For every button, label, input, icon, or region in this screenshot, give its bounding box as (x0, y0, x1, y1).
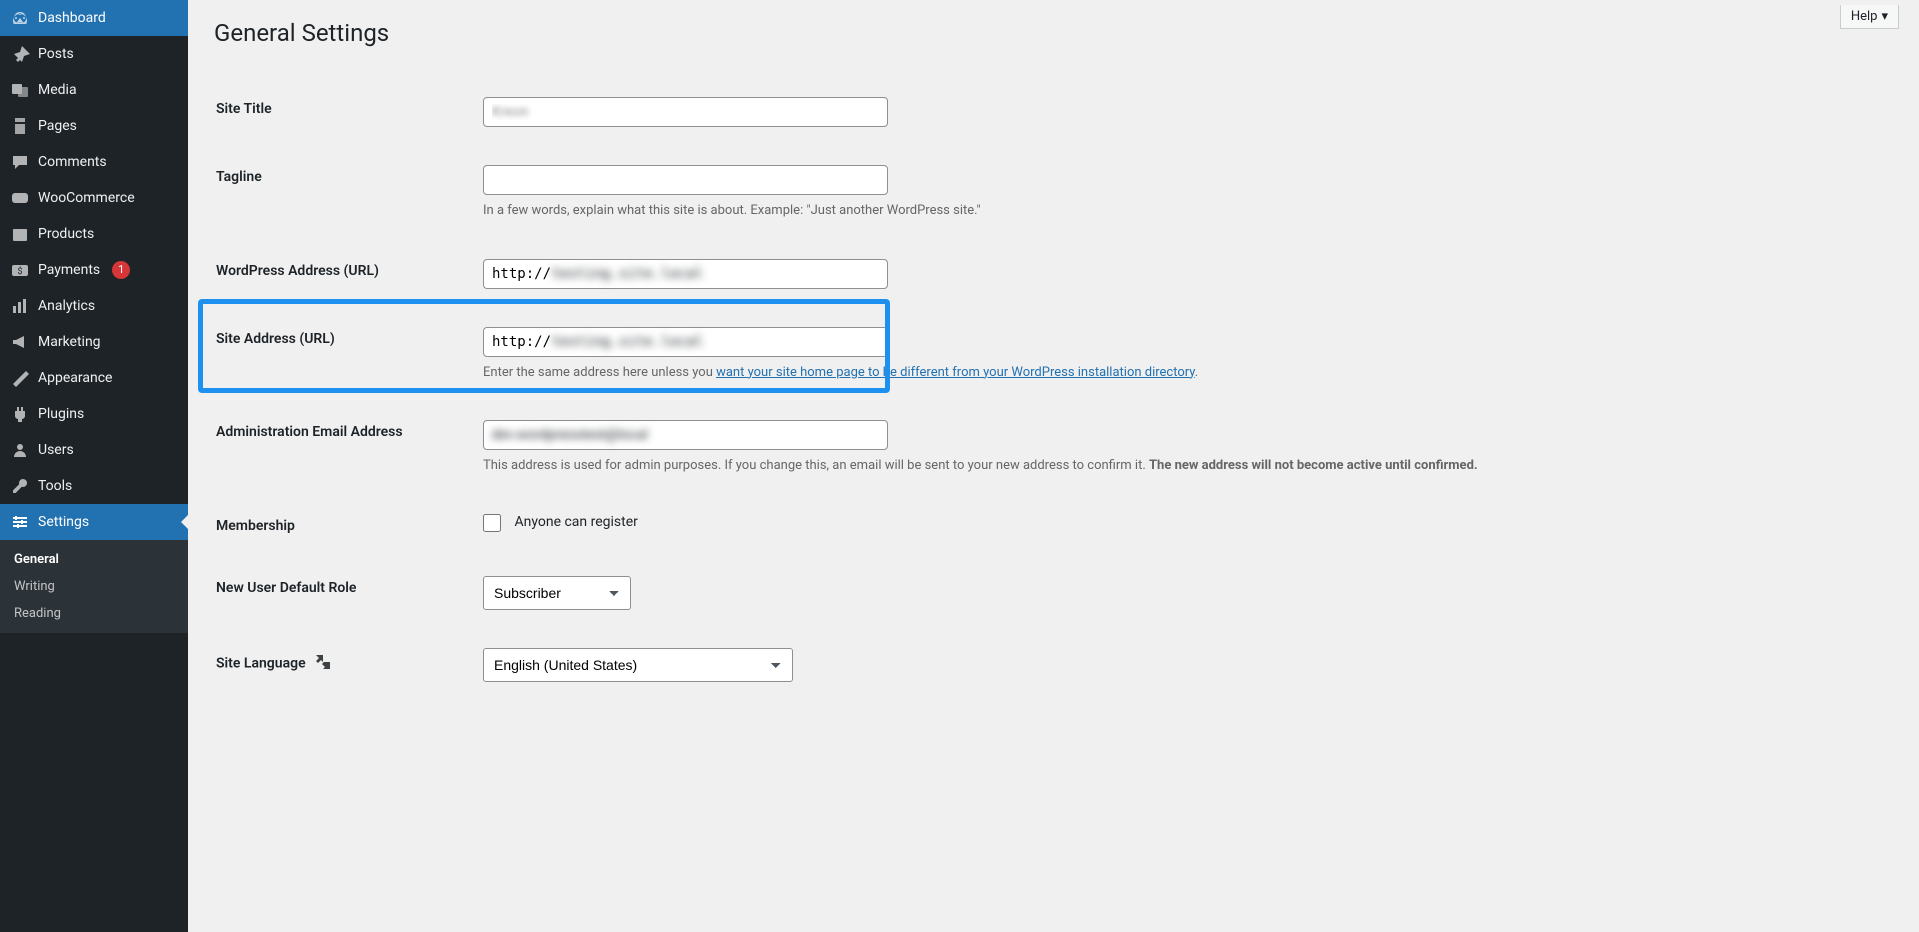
admin-email-description: This address is used for admin purposes.… (483, 456, 1543, 476)
wp-address-blur: testing.site.local (551, 266, 703, 282)
submenu-item-general[interactable]: General (0, 546, 188, 573)
tagline-label: Tagline (216, 147, 471, 239)
help-label: Help (1851, 9, 1878, 24)
sidebar-item-woocommerce[interactable]: WooCommerce (0, 180, 188, 216)
tagline-description: In a few words, explain what this site i… (483, 201, 1543, 221)
sidebar-item-posts[interactable]: Posts (0, 36, 188, 72)
sidebar-item-label: WooCommerce (38, 190, 135, 206)
site-address-blur: testing.site.local (551, 334, 703, 350)
payments-icon: $ (10, 260, 30, 280)
site-address-link[interactable]: want your site home page to be different… (716, 365, 1195, 380)
admin-email-label: Administration Email Address (216, 402, 471, 494)
site-title-input[interactable] (483, 97, 888, 127)
membership-checkbox-label[interactable]: Anyone can register (483, 514, 638, 530)
sidebar-item-settings[interactable]: Settings (0, 504, 188, 540)
tools-icon (10, 476, 30, 496)
payments-badge: 1 (112, 261, 130, 279)
appearance-icon (10, 368, 30, 388)
sidebar-item-products[interactable]: Products (0, 216, 188, 252)
membership-label: Membership (216, 496, 471, 556)
settings-form: Site Title Tagline In a few words, expla… (214, 77, 1893, 702)
sidebar-item-plugins[interactable]: Plugins (0, 396, 188, 432)
woo-icon (10, 188, 30, 208)
site-address-label: Site Address (URL) (216, 309, 471, 401)
sidebar-item-label: Products (38, 226, 94, 242)
sidebar-item-label: Posts (38, 46, 74, 62)
help-tab[interactable]: Help ▾ (1840, 5, 1899, 29)
products-icon (10, 224, 30, 244)
pin-icon (10, 44, 30, 64)
marketing-icon (10, 332, 30, 352)
chevron-down-icon: ▾ (1881, 9, 1888, 24)
site-title-label: Site Title (216, 79, 471, 145)
sidebar-item-label: Comments (38, 154, 107, 170)
sidebar-item-label: Analytics (38, 298, 95, 314)
sidebar-item-tools[interactable]: Tools (0, 468, 188, 504)
sidebar-item-label: Users (38, 442, 74, 458)
sidebar-item-dashboard[interactable]: Dashboard (0, 0, 188, 36)
users-icon (10, 440, 30, 460)
translate-icon (313, 652, 333, 676)
sidebar-item-pages[interactable]: Pages (0, 108, 188, 144)
sidebar-item-label: Dashboard (38, 10, 106, 26)
sidebar-item-appearance[interactable]: Appearance (0, 360, 188, 396)
sidebar-item-media[interactable]: Media (0, 72, 188, 108)
sidebar-item-label: Tools (38, 478, 72, 494)
site-language-label: Site Language (216, 630, 471, 700)
media-icon (10, 80, 30, 100)
dashboard-icon (10, 8, 30, 28)
sidebar-item-analytics[interactable]: Analytics (0, 288, 188, 324)
sidebar-item-label: Plugins (38, 406, 84, 422)
sidebar-item-users[interactable]: Users (0, 432, 188, 468)
tagline-input[interactable] (483, 165, 888, 195)
page-icon (10, 116, 30, 136)
analytics-icon (10, 296, 30, 316)
default-role-label: New User Default Role (216, 558, 471, 628)
sidebar-item-label: Appearance (38, 370, 112, 386)
admin-email-blur: dev.wordpresstest@local (491, 427, 647, 443)
page-title: General Settings (214, 10, 1893, 77)
site-language-select[interactable]: English (United States) (483, 648, 793, 682)
sidebar-item-label: Pages (38, 118, 77, 134)
sidebar-item-label: Settings (38, 514, 89, 530)
sidebar-item-label: Payments (38, 262, 100, 278)
submenu-item-writing[interactable]: Writing (0, 573, 188, 600)
comment-icon (10, 152, 30, 172)
settings-submenu: General Writing Reading (0, 540, 188, 633)
membership-checkbox[interactable] (483, 514, 501, 532)
main-content: Help ▾ General Settings Site Title Tagli… (188, 0, 1919, 932)
sidebar-item-comments[interactable]: Comments (0, 144, 188, 180)
default-role-select[interactable]: Subscriber (483, 576, 631, 610)
site-address-description: Enter the same address here unless you w… (483, 363, 1543, 383)
sidebar-item-label: Marketing (38, 334, 101, 350)
admin-sidebar: Dashboard Posts Media Pages Comments Woo… (0, 0, 188, 932)
sidebar-item-marketing[interactable]: Marketing (0, 324, 188, 360)
sidebar-item-label: Media (38, 82, 77, 98)
plugins-icon (10, 404, 30, 424)
settings-icon (10, 512, 30, 532)
svg-text:$: $ (17, 266, 22, 277)
wp-address-label: WordPress Address (URL) (216, 241, 471, 307)
sidebar-item-payments[interactable]: $ Payments 1 (0, 252, 188, 288)
submenu-item-reading[interactable]: Reading (0, 600, 188, 627)
